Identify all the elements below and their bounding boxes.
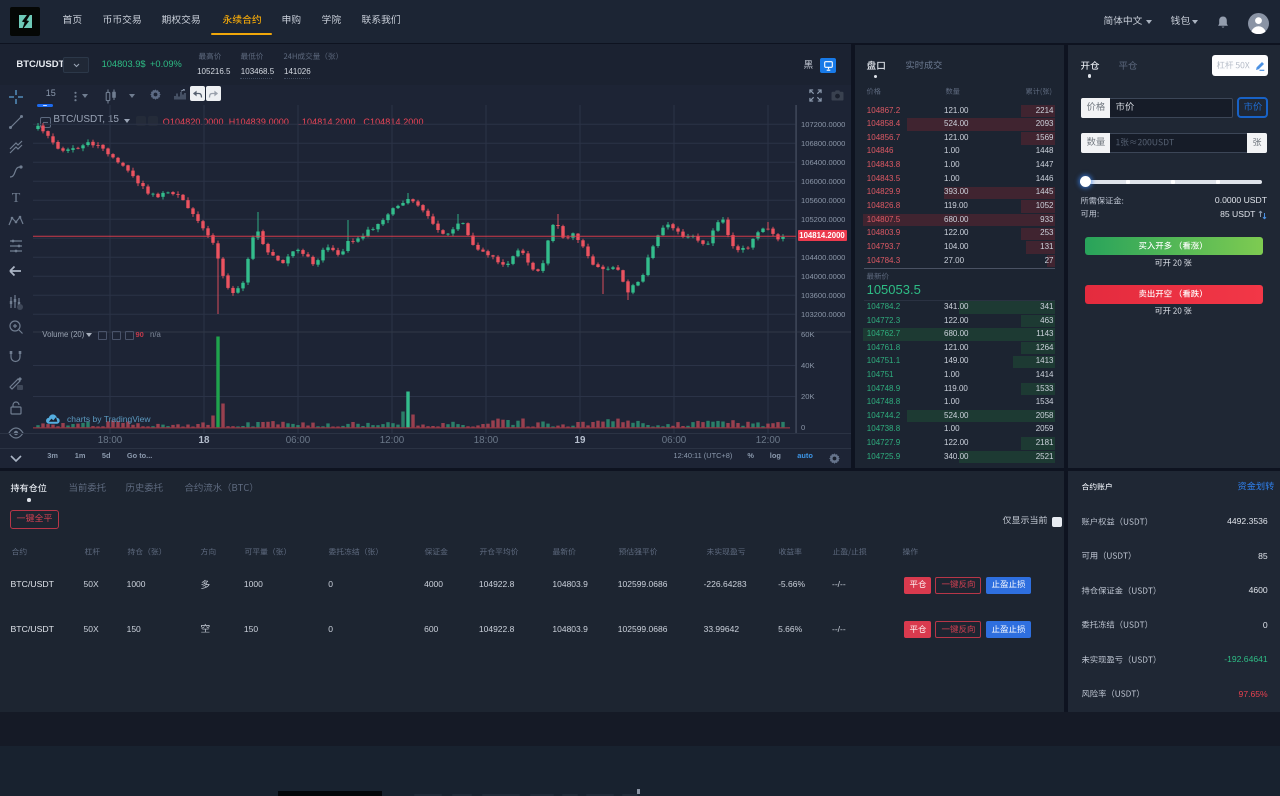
svg-text:60K: 60K bbox=[801, 330, 815, 339]
svg-text:103200.0000: 103200.0000 bbox=[801, 310, 845, 319]
svg-text:106000.0000: 106000.0000 bbox=[801, 177, 845, 186]
svg-text:0: 0 bbox=[801, 423, 805, 432]
svg-text:105200.0000: 105200.0000 bbox=[801, 215, 845, 224]
svg-text:105600.0000: 105600.0000 bbox=[801, 196, 845, 205]
svg-text:20K: 20K bbox=[801, 392, 815, 401]
svg-text:103600.0000: 103600.0000 bbox=[801, 291, 845, 300]
svg-text:107200.0000: 107200.0000 bbox=[801, 120, 845, 129]
svg-text:T: T bbox=[12, 191, 21, 205]
svg-text:106800.0000: 106800.0000 bbox=[801, 139, 845, 148]
svg-text:106400.0000: 106400.0000 bbox=[801, 158, 845, 167]
svg-text:104000.0000: 104000.0000 bbox=[801, 272, 845, 281]
svg-text:104400.0000: 104400.0000 bbox=[801, 253, 845, 262]
svg-text:40K: 40K bbox=[801, 361, 815, 370]
